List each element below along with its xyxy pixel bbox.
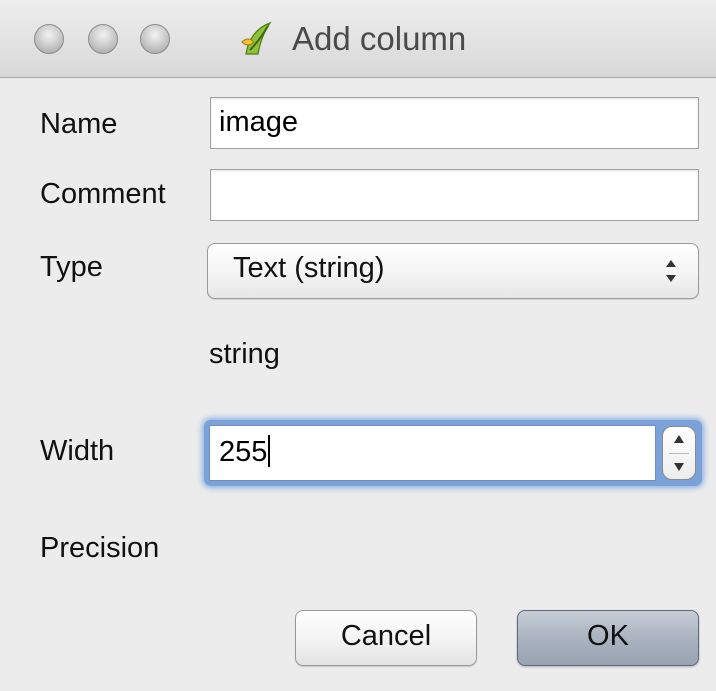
text-caret: [268, 435, 271, 468]
qgis-logo-icon: [241, 21, 272, 55]
ok-button[interactable]: OK: [517, 610, 699, 666]
window-title: Add column: [292, 20, 467, 57]
comment-field[interactable]: [210, 169, 699, 221]
type-description: string: [209, 338, 280, 370]
zoom-window-button[interactable]: [140, 24, 170, 54]
cancel-button[interactable]: Cancel: [295, 610, 477, 666]
width-label: Width: [40, 435, 115, 467]
type-select[interactable]: Text (string): [207, 243, 699, 299]
precision-label: Precision: [40, 532, 160, 564]
type-select-value: Text (string): [233, 252, 385, 284]
close-window-button[interactable]: [34, 24, 64, 54]
increment-arrow-icon[interactable]: [663, 427, 695, 453]
comment-label: Comment: [40, 178, 166, 210]
type-label: Type: [40, 251, 103, 283]
select-arrows-icon: [666, 260, 676, 282]
decrement-arrow-icon[interactable]: [663, 453, 695, 479]
width-value: 255: [219, 436, 268, 468]
add-column-dialog: Add column Name image Comment Type Text …: [0, 0, 716, 691]
width-stepper: [662, 426, 696, 480]
name-label: Name: [40, 108, 118, 140]
width-field[interactable]: 255: [209, 425, 656, 481]
name-field[interactable]: image: [210, 97, 699, 149]
width-spinbox: 255: [204, 420, 702, 486]
title-bar: Add column: [0, 0, 716, 78]
minimize-window-button[interactable]: [88, 24, 118, 54]
